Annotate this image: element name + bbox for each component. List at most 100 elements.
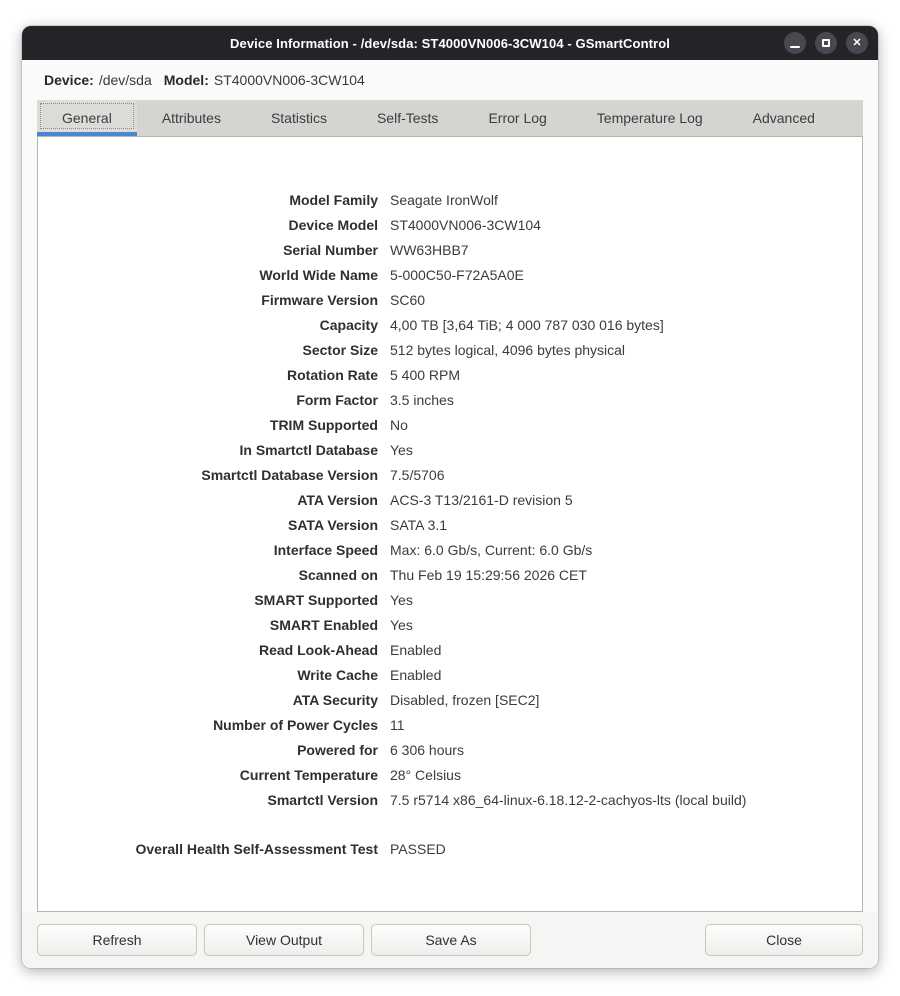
info-value: 6 306 hours bbox=[390, 742, 464, 758]
tab-general[interactable]: General bbox=[37, 100, 137, 136]
info-value: SATA 3.1 bbox=[390, 517, 447, 533]
info-value: 11 bbox=[390, 717, 405, 733]
info-row: SMART Enabled Yes bbox=[38, 612, 862, 637]
info-row: Serial Number WW63HBB7 bbox=[38, 237, 862, 262]
info-value: Max: 6.0 Gb/s, Current: 6.0 Gb/s bbox=[390, 542, 592, 558]
info-label: Form Factor bbox=[38, 392, 378, 408]
info-label: SMART Enabled bbox=[38, 617, 378, 633]
info-label: Rotation Rate bbox=[38, 367, 378, 383]
info-row: TRIM Supported No bbox=[38, 412, 862, 437]
info-row: Interface Speed Max: 6.0 Gb/s, Current: … bbox=[38, 537, 862, 562]
view-output-button[interactable]: View Output bbox=[204, 924, 364, 956]
info-label: Smartctl Version bbox=[38, 792, 378, 808]
tab-label: Attributes bbox=[162, 110, 221, 126]
info-value: Seagate IronWolf bbox=[390, 192, 498, 208]
info-row: ATA Version ACS-3 T13/2161-D revision 5 bbox=[38, 487, 862, 512]
titlebar[interactable]: Device Information - /dev/sda: ST4000VN0… bbox=[22, 26, 878, 60]
tab-attributes[interactable]: Attributes bbox=[137, 100, 246, 136]
info-value: ST4000VN006-3CW104 bbox=[390, 217, 541, 233]
info-row: Powered for 6 306 hours bbox=[38, 737, 862, 762]
info-value: 3.5 inches bbox=[390, 392, 454, 408]
info-value: No bbox=[390, 417, 408, 433]
info-value: 7.5/5706 bbox=[390, 467, 445, 483]
info-value: Enabled bbox=[390, 667, 441, 683]
info-row: Write Cache Enabled bbox=[38, 662, 862, 687]
info-value: Yes bbox=[390, 617, 413, 633]
info-value: 512 bytes logical, 4096 bytes physical bbox=[390, 342, 625, 358]
info-value: 5 400 RPM bbox=[390, 367, 460, 383]
info-row: Device Model ST4000VN006-3CW104 bbox=[38, 212, 862, 237]
info-label: Firmware Version bbox=[38, 292, 378, 308]
info-value: Thu Feb 19 15:29:56 2026 CET bbox=[390, 567, 587, 583]
info-value: 5-000C50-F72A5A0E bbox=[390, 267, 524, 283]
info-row: SATA Version SATA 3.1 bbox=[38, 512, 862, 537]
info-label: Powered for bbox=[38, 742, 378, 758]
info-value: Yes bbox=[390, 442, 413, 458]
tab-self-tests[interactable]: Self-Tests bbox=[352, 100, 463, 136]
info-label: Model Family bbox=[38, 192, 378, 208]
info-label: World Wide Name bbox=[38, 267, 378, 283]
info-value: 28° Celsius bbox=[390, 767, 461, 783]
info-label: Write Cache bbox=[38, 667, 378, 683]
health-status-value: PASSED bbox=[390, 841, 446, 857]
info-row: Read Look-Ahead Enabled bbox=[38, 637, 862, 662]
tab-error-log[interactable]: Error Log bbox=[463, 100, 571, 136]
tab-strip: General Attributes Statistics Self-Tests Err… bbox=[37, 100, 863, 136]
overall-health-row: Overall Health Self-Assessment Test PASS… bbox=[38, 836, 862, 861]
maximize-button[interactable] bbox=[815, 32, 837, 54]
close-dialog-button[interactable]: Close bbox=[705, 924, 863, 956]
general-tab-panel: Model Family Seagate IronWolf Device Mod… bbox=[37, 136, 863, 912]
info-row: Firmware Version SC60 bbox=[38, 287, 862, 312]
info-label: TRIM Supported bbox=[38, 417, 378, 433]
save-as-button[interactable]: Save As bbox=[371, 924, 531, 956]
tab-label: Self-Tests bbox=[377, 110, 438, 126]
tab-strip-container: General Attributes Statistics Self-Tests Err… bbox=[22, 100, 878, 136]
info-row: Model Family Seagate IronWolf bbox=[38, 187, 862, 212]
info-value: Disabled, frozen [SEC2] bbox=[390, 692, 539, 708]
tab-statistics[interactable]: Statistics bbox=[246, 100, 352, 136]
info-value: Yes bbox=[390, 592, 413, 608]
tab-label: Temperature Log bbox=[597, 110, 703, 126]
model-value: ST4000VN006-3CW104 bbox=[214, 72, 365, 88]
info-row: Number of Power Cycles 11 bbox=[38, 712, 862, 737]
tab-label: Statistics bbox=[271, 110, 327, 126]
info-label: ATA Version bbox=[38, 492, 378, 508]
info-label: Device Model bbox=[38, 217, 378, 233]
refresh-button[interactable]: Refresh bbox=[37, 924, 197, 956]
info-row: Smartctl Database Version 7.5/5706 bbox=[38, 462, 862, 487]
device-header: Device: /dev/sda Model: ST4000VN006-3CW1… bbox=[22, 60, 878, 100]
info-row: Current Temperature 28° Celsius bbox=[38, 762, 862, 787]
info-row: SMART Supported Yes bbox=[38, 587, 862, 612]
info-value: Enabled bbox=[390, 642, 441, 658]
info-value: WW63HBB7 bbox=[390, 242, 469, 258]
gsmartcontrol-window: Device Information - /dev/sda: ST4000VN0… bbox=[22, 26, 878, 968]
close-button[interactable]: ✕ bbox=[846, 32, 868, 54]
tab-advanced[interactable]: Advanced bbox=[728, 100, 840, 136]
info-label: SATA Version bbox=[38, 517, 378, 533]
info-row: World Wide Name 5-000C50-F72A5A0E bbox=[38, 262, 862, 287]
info-row: In Smartctl Database Yes bbox=[38, 437, 862, 462]
window-controls: ✕ bbox=[784, 26, 868, 60]
info-label: Sector Size bbox=[38, 342, 378, 358]
info-label: SMART Supported bbox=[38, 592, 378, 608]
action-bar-left: RefreshView OutputSave As bbox=[37, 924, 531, 956]
info-row: Rotation Rate 5 400 RPM bbox=[38, 362, 862, 387]
action-bar: RefreshView OutputSave As Close bbox=[22, 912, 878, 968]
tab-label: Advanced bbox=[753, 110, 815, 126]
tab-label: Error Log bbox=[488, 110, 546, 126]
info-row: ATA Security Disabled, frozen [SEC2] bbox=[38, 687, 862, 712]
info-row: Sector Size 512 bytes logical, 4096 byte… bbox=[38, 337, 862, 362]
info-label: Interface Speed bbox=[38, 542, 378, 558]
info-value: 4,00 TB [3,64 TiB; 4 000 787 030 016 byt… bbox=[390, 317, 664, 333]
minimize-button[interactable] bbox=[784, 32, 806, 54]
tab-label: General bbox=[62, 110, 112, 126]
info-label: Smartctl Database Version bbox=[38, 467, 378, 483]
info-grid: Model Family Seagate IronWolf Device Mod… bbox=[38, 137, 862, 861]
device-value: /dev/sda bbox=[99, 72, 152, 88]
info-label: ATA Security bbox=[38, 692, 378, 708]
info-label: Serial Number bbox=[38, 242, 378, 258]
info-value: SC60 bbox=[390, 292, 425, 308]
tab-temperature-log[interactable]: Temperature Log bbox=[572, 100, 728, 136]
info-row: Form Factor 3.5 inches bbox=[38, 387, 862, 412]
info-row: Scanned on Thu Feb 19 15:29:56 2026 CET bbox=[38, 562, 862, 587]
